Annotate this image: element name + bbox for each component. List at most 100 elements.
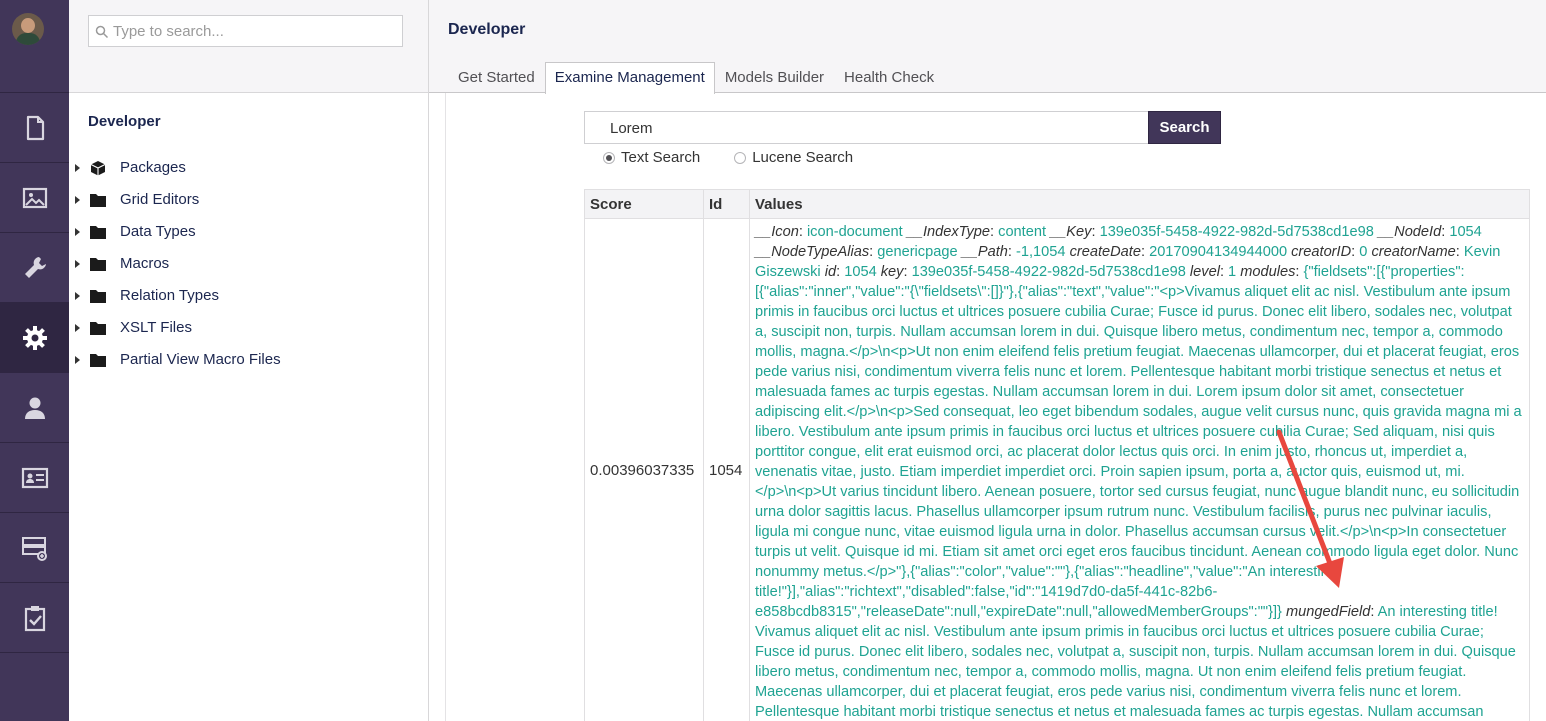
tree-search-header [69, 0, 428, 93]
tab-get-started[interactable]: Get Started [448, 62, 545, 93]
field-key: modules [1240, 264, 1296, 280]
search-button[interactable]: Search [1148, 111, 1221, 144]
tree-item-relation-types[interactable]: Relation Types [69, 280, 428, 312]
section-users[interactable] [0, 372, 69, 442]
tree-item-label: Macros [120, 255, 170, 272]
field-key: level [1189, 264, 1220, 280]
tree-item-label: Data Types [120, 223, 196, 240]
section-developer[interactable] [0, 302, 69, 372]
tree-item-grid-editors[interactable]: Grid Editors [69, 184, 428, 216]
examine-search-input[interactable] [610, 117, 1130, 139]
expand-caret-icon[interactable] [75, 228, 80, 236]
field-key: createDate [1069, 244, 1141, 260]
result-score: 0.00396037335 [584, 218, 704, 721]
user-avatar[interactable] [12, 13, 44, 45]
folder-icon [90, 322, 106, 335]
field-value: 1054 [844, 264, 877, 280]
field-value: {"fieldsets":[{"properties":[{"alias":"i… [755, 264, 1522, 620]
field-value: 139e035f-5458-4922-982d-5d7538cd1e98 [911, 264, 1186, 280]
field-value: 139e035f-5458-4922-982d-5d7538cd1e98 [1099, 224, 1374, 240]
id-card-icon [21, 467, 48, 488]
field-key: mungedField [1285, 604, 1371, 620]
radio-lucene-search[interactable]: Lucene Search [734, 149, 853, 166]
field-value: -1,1054 [1016, 244, 1066, 260]
field-value: An interesting title! Vivamus aliquet el… [755, 604, 1516, 720]
tree-title: Developer [88, 113, 161, 130]
tree-item-label: XSLT Files [120, 319, 192, 336]
tab-models-builder[interactable]: Models Builder [715, 62, 834, 93]
folder-icon [90, 194, 106, 207]
field-value: icon-document [806, 224, 903, 240]
section-members[interactable] [0, 442, 69, 512]
results-header-row: Score Id Values [584, 189, 1530, 219]
field-key: __NodeId [1377, 224, 1442, 240]
radio-label: Text Search [621, 149, 701, 166]
expand-caret-icon[interactable] [75, 324, 80, 332]
expand-caret-icon[interactable] [75, 196, 80, 204]
tree-item-label: Partial View Macro Files [120, 351, 281, 368]
field-key: creatorID [1291, 244, 1352, 260]
media-icon [22, 187, 47, 208]
examine-search-box[interactable] [584, 111, 1150, 144]
radio-label: Lucene Search [752, 149, 854, 166]
field-value: genericpage [877, 244, 958, 260]
tree-item-macros[interactable]: Macros [69, 248, 428, 280]
table-row: 0.00396037335 1054 __Icon: icon-document… [584, 218, 1530, 721]
field-key: __Path [961, 244, 1008, 260]
tree-item-partial-view-macro-files[interactable]: Partial View Macro Files [69, 344, 428, 376]
folder-icon [90, 354, 106, 367]
tree-item-packages[interactable]: Packages [69, 152, 428, 184]
section-rail [0, 0, 69, 721]
field-key: __Key [1050, 224, 1092, 240]
page-title: Developer [448, 21, 526, 38]
clipboard-check-icon [24, 605, 45, 631]
tree-panel: Developer Packages Grid Editors Data Typ… [69, 0, 429, 721]
main-panel: Developer Get Started Examine Management… [429, 0, 1546, 721]
field-key: key [880, 264, 904, 280]
tree-item-data-types[interactable]: Data Types [69, 216, 428, 248]
user-icon [24, 397, 45, 419]
expand-caret-icon[interactable] [75, 356, 80, 364]
column-header-id: Id [703, 189, 750, 219]
rail-spacer [0, 652, 69, 721]
section-media[interactable] [0, 162, 69, 232]
tab-health-check[interactable]: Health Check [834, 62, 944, 93]
section-translation[interactable] [0, 582, 69, 652]
tab-examine-management[interactable]: Examine Management [544, 62, 715, 94]
expand-caret-icon[interactable] [75, 260, 80, 268]
tree-search-box[interactable] [88, 15, 403, 47]
field-key: __Icon [755, 224, 799, 240]
content-divider [445, 93, 446, 721]
gear-icon [22, 325, 47, 350]
section-settings[interactable] [0, 232, 69, 302]
tree-search-input[interactable] [113, 20, 393, 42]
package-icon [90, 161, 106, 176]
result-id: 1054 [703, 218, 750, 721]
result-values: __Icon: icon-document __IndexType: conte… [749, 218, 1530, 721]
radio-selected-indicator[interactable] [603, 151, 615, 164]
content-icon [26, 115, 44, 140]
expand-caret-icon[interactable] [75, 292, 80, 300]
column-header-score: Score [584, 189, 704, 219]
results-table: Score Id Values 0.00396037335 1054 __Ico… [584, 189, 1530, 721]
field-value: content [998, 224, 1047, 240]
radio-indicator[interactable] [734, 151, 747, 164]
tree-list: Packages Grid Editors Data Types Macros … [69, 152, 428, 376]
field-key: creatorName [1371, 244, 1456, 260]
search-mode-group: Text Search Lucene Search [603, 149, 887, 166]
field-key: id [824, 264, 837, 280]
tree-item-label: Grid Editors [120, 191, 200, 208]
section-forms[interactable] [0, 512, 69, 582]
folder-icon [90, 290, 106, 303]
wrench-icon [24, 256, 46, 278]
radio-text-search[interactable]: Text Search [603, 149, 700, 166]
section-content[interactable] [0, 92, 69, 162]
folder-icon [90, 226, 106, 239]
search-icon [95, 25, 109, 39]
field-key: __NodeTypeAlias [755, 244, 870, 260]
expand-caret-icon[interactable] [75, 164, 80, 172]
field-value: 0 [1359, 244, 1368, 260]
tree-item-xslt-files[interactable]: XSLT Files [69, 312, 428, 344]
field-value: 20170904134944000 [1149, 244, 1288, 260]
field-key: __IndexType [906, 224, 991, 240]
